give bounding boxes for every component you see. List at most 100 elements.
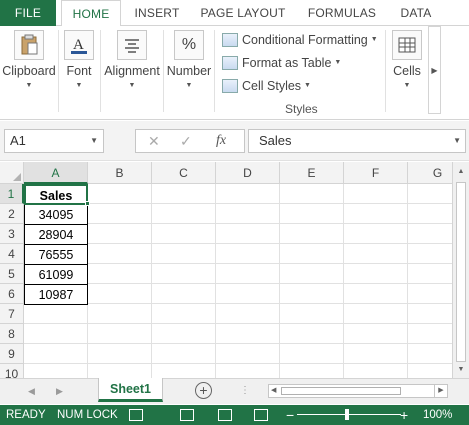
macro-record-icon[interactable] — [129, 409, 143, 421]
clipboard-group[interactable]: Clipboard ▼ — [2, 30, 56, 89]
percent-icon: % — [174, 30, 204, 60]
divider — [100, 30, 101, 112]
scrollbar-thumb[interactable] — [456, 182, 466, 362]
chevron-down-icon: ▼ — [128, 82, 136, 89]
scroll-up-icon[interactable]: ▲ — [453, 164, 469, 180]
cell-styles-button[interactable]: Cell Styles ▼ — [222, 76, 311, 96]
ribbon-scroll-right-icon[interactable]: ▶ — [428, 26, 441, 114]
align-center-icon — [117, 30, 147, 60]
gridline — [215, 184, 216, 378]
page-break-view-icon[interactable] — [254, 409, 268, 421]
select-all-corner[interactable] — [0, 162, 24, 184]
sheet-tab-bar: ◀ ▶ Sheet1 + ⋮ ◀ ▶ — [0, 378, 469, 404]
formula-bar: A1 ▼ ✕ ✓ fx Sales ▼ — [0, 121, 469, 161]
row-header[interactable]: 8 — [0, 324, 24, 344]
tab-page-layout[interactable]: PAGE LAYOUT — [195, 0, 291, 26]
zoom-out-icon[interactable]: − — [286, 405, 294, 425]
gridline — [151, 184, 152, 378]
gridline — [24, 323, 452, 324]
tab-formulas[interactable]: FORMULAS — [302, 0, 382, 26]
format-as-table-label: Format as Table — [242, 56, 332, 70]
chevron-down-icon[interactable]: ▼ — [453, 130, 461, 152]
divider — [214, 30, 215, 112]
zoom-slider-thumb[interactable] — [345, 409, 349, 420]
row-header[interactable]: 3 — [0, 224, 24, 244]
page-layout-view-icon[interactable] — [218, 409, 232, 421]
cancel-icon[interactable]: ✕ — [148, 130, 160, 152]
chevron-down-icon: ▼ — [304, 82, 311, 89]
horizontal-scrollbar-thumb[interactable] — [281, 387, 401, 395]
chevron-down-icon: ▼ — [403, 82, 411, 89]
column-header[interactable]: A — [24, 162, 88, 184]
column-header[interactable]: D — [216, 162, 280, 184]
cell-a2[interactable]: 34095 — [24, 205, 88, 225]
font-group[interactable]: A Font ▼ — [62, 30, 96, 89]
tab-home[interactable]: HOME — [61, 0, 121, 27]
normal-view-icon[interactable] — [180, 409, 194, 421]
fill-handle[interactable] — [85, 201, 90, 206]
ribbon-right-area — [443, 26, 469, 114]
worksheet-grid[interactable]: A B C D E F G 1 2 3 4 5 6 7 8 9 10 Sales… — [0, 162, 452, 378]
number-label: Number — [166, 64, 212, 78]
zoom-in-icon[interactable]: + — [400, 405, 408, 425]
alignment-label: Alignment — [104, 64, 160, 78]
scroll-left-icon[interactable]: ◀ — [271, 385, 276, 397]
zoom-level[interactable]: 100% — [423, 405, 452, 425]
row-header[interactable]: 2 — [0, 204, 24, 224]
row-header[interactable]: 4 — [0, 244, 24, 264]
name-box-value: A1 — [10, 133, 26, 148]
format-as-table-button[interactable]: Format as Table ▼ — [222, 53, 341, 73]
cells-group[interactable]: Cells ▼ — [389, 30, 425, 89]
tab-data[interactable]: DATA — [392, 0, 440, 26]
scroll-down-icon[interactable]: ▼ — [453, 362, 469, 378]
row-header[interactable]: 6 — [0, 284, 24, 304]
column-header[interactable]: B — [88, 162, 152, 184]
alignment-group[interactable]: Alignment ▼ — [103, 30, 161, 89]
row-header[interactable]: 10 — [0, 364, 24, 378]
tab-insert[interactable]: INSERT — [129, 0, 185, 26]
ribbon-tab-bar: FILE HOME INSERT PAGE LAYOUT FORMULAS DA… — [0, 0, 469, 27]
chevron-down-icon: ▼ — [185, 82, 193, 89]
insert-function-icon[interactable]: fx — [216, 130, 226, 152]
clipboard-icon — [14, 30, 44, 60]
status-bar: READY NUM LOCK − + 100% — [0, 405, 469, 425]
status-ready: READY — [6, 409, 46, 421]
gridline — [24, 283, 452, 284]
chevron-down-icon[interactable]: ▼ — [90, 130, 98, 152]
gridline — [24, 303, 452, 304]
cell-a6[interactable]: 10987 — [24, 285, 88, 305]
scroll-right-icon[interactable]: ▶ — [434, 384, 448, 398]
formula-input[interactable]: Sales ▼ — [248, 129, 466, 153]
tab-file[interactable]: FILE — [0, 0, 56, 26]
name-box[interactable]: A1 ▼ — [4, 129, 104, 153]
column-header[interactable]: E — [280, 162, 344, 184]
column-header[interactable]: G — [408, 162, 452, 184]
cell-a5[interactable]: 61099 — [24, 265, 88, 285]
sheet-prev-icon[interactable]: ◀ — [28, 379, 35, 403]
vertical-scrollbar[interactable]: ▲ ▼ — [452, 162, 469, 378]
add-sheet-icon[interactable]: + — [195, 382, 212, 399]
conditional-formatting-button[interactable]: Conditional Formatting ▼ — [222, 30, 378, 50]
row-header[interactable]: 9 — [0, 344, 24, 364]
gridline — [407, 184, 408, 378]
horizontal-scrollbar[interactable]: ◀ — [268, 384, 448, 398]
cells-icon — [392, 30, 422, 60]
chevron-down-icon: ▼ — [334, 59, 342, 66]
cell-a3[interactable]: 28904 — [24, 225, 88, 245]
clipboard-label: Clipboard — [2, 64, 56, 78]
gridline — [24, 363, 452, 364]
zoom-slider[interactable] — [297, 414, 401, 415]
enter-icon[interactable]: ✓ — [180, 130, 192, 152]
row-header[interactable]: 1 — [0, 184, 24, 204]
row-header[interactable]: 5 — [0, 264, 24, 284]
column-header[interactable]: C — [152, 162, 216, 184]
cell-a1[interactable]: Sales — [24, 184, 88, 205]
cell-a4[interactable]: 76555 — [24, 245, 88, 265]
row-header[interactable]: 7 — [0, 304, 24, 324]
sheet-next-icon[interactable]: ▶ — [56, 379, 63, 403]
sheet-tab-active[interactable]: Sheet1 — [98, 378, 163, 402]
more-options-icon[interactable]: ⋮ — [240, 379, 251, 403]
column-header[interactable]: F — [344, 162, 408, 184]
gridline — [24, 263, 452, 264]
number-group[interactable]: % Number ▼ — [166, 30, 212, 89]
